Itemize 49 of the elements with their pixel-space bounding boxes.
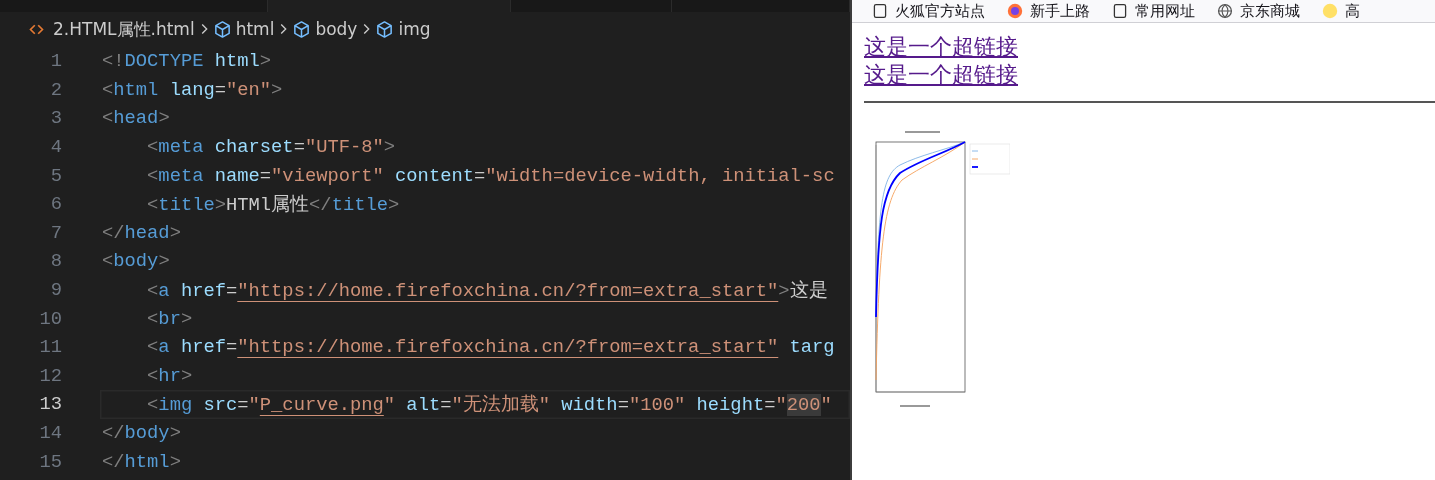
code-line: <a href="https://home.firefoxchina.cn/?from=extra_start" targ <box>146 336 835 359</box>
line-number: 3 <box>49 107 62 130</box>
breadcrumb-item[interactable]: 2.HTML属性.html <box>28 17 195 41</box>
line-number: 9 <box>49 279 62 302</box>
line-number: 5 <box>49 164 62 187</box>
code-line: <!DOCTYPE html> <box>102 50 272 73</box>
code-line: <html lang="en"> <box>102 78 283 101</box>
line-number: 8 <box>49 250 62 273</box>
line-number: 4 <box>49 136 62 159</box>
round-icon <box>1322 3 1338 19</box>
line-number: 2 <box>49 78 62 101</box>
page-icon <box>1112 3 1128 19</box>
code-line: </html> <box>102 450 181 473</box>
line-number: 14 <box>38 422 62 444</box>
line-number: 12 <box>38 364 62 387</box>
line-number: 13 <box>38 393 62 416</box>
hyperlink[interactable]: 这是一个超链接 <box>864 33 1018 61</box>
code-line: <img src="P_curve.png" alt="无法加载" width="100" height="200" <box>146 393 832 418</box>
bookmark-item[interactable]: 高 <box>1322 1 1360 21</box>
cube-icon <box>212 19 232 39</box>
code-line: <body> <box>102 250 170 273</box>
line-number: 15 <box>38 450 62 473</box>
breadcrumb-item[interactable]: body <box>292 19 358 39</box>
bookmark-item[interactable]: 火狐官方站点 <box>872 1 985 21</box>
firefox-icon <box>1007 3 1023 19</box>
code-line: <hr> <box>146 364 193 387</box>
code-line: <head> <box>102 107 170 130</box>
code-line: <a href="https://home.firefoxchina.cn/?from=extra_start">这是 <box>146 279 828 304</box>
globe-icon <box>1217 3 1233 19</box>
code-line: </body> <box>102 422 181 444</box>
cube-icon <box>292 19 312 39</box>
hyperlink[interactable]: 这是一个超链接 <box>864 61 1018 89</box>
line-number: 11 <box>38 336 62 359</box>
line-number: 7 <box>49 221 62 244</box>
bookmark-item[interactable]: 京东商城 <box>1217 1 1300 21</box>
code-line: <meta charset="UTF-8"> <box>146 136 396 159</box>
line-number: 6 <box>49 193 62 216</box>
cube-icon <box>375 19 395 39</box>
breadcrumb-item[interactable]: img <box>375 19 431 39</box>
code-line: <br> <box>146 307 193 330</box>
line-number: 10 <box>38 307 62 330</box>
breadcrumb-item[interactable]: html <box>212 19 275 39</box>
line-number: 1 <box>49 50 62 73</box>
bookmark-item[interactable]: 常用网址 <box>1112 1 1195 21</box>
bookmark-item[interactable]: 新手上路 <box>1007 1 1090 21</box>
code-line: <meta name="viewport" content="width=device-width, initial-sc <box>146 164 835 187</box>
page-icon <box>872 3 888 19</box>
code-line: <title>HTMl属性</title> <box>146 193 400 218</box>
code-line: </head> <box>102 221 181 244</box>
